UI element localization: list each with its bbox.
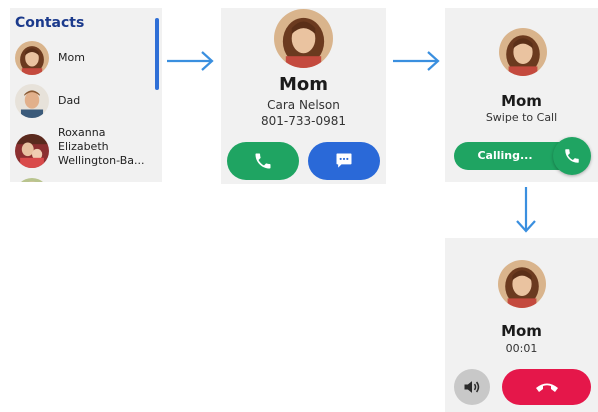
flow-arrow-down-icon bbox=[516, 187, 536, 233]
call-button[interactable] bbox=[227, 142, 299, 180]
man-avatar bbox=[15, 84, 49, 118]
contact-item-dad[interactable]: Dad bbox=[15, 83, 151, 121]
call-slider-knob[interactable] bbox=[553, 137, 591, 175]
contact-full-name: Cara Nelson bbox=[267, 98, 340, 112]
contact-name-line: Roxanna bbox=[58, 126, 106, 139]
woman-with-child-avatar bbox=[15, 134, 49, 168]
call-timer: 00:01 bbox=[505, 342, 538, 355]
slider-label: Calling... bbox=[477, 149, 533, 162]
woman-avatar bbox=[498, 260, 546, 308]
speaker-icon bbox=[464, 381, 480, 393]
woman-avatar bbox=[499, 28, 547, 76]
contact-name: Mom bbox=[501, 92, 542, 110]
contact-item-mom[interactable]: Mom bbox=[15, 40, 151, 78]
in-call-panel: Mom 00:01 bbox=[445, 238, 598, 412]
swipe-to-call-panel: Mom Swipe to Call Calling... bbox=[445, 8, 598, 182]
contact-name-line: Elizabeth bbox=[58, 140, 109, 153]
contact-name: Mom bbox=[58, 51, 85, 64]
contact-item-partial[interactable] bbox=[15, 177, 151, 182]
phone-icon bbox=[565, 149, 579, 163]
contact-name: Mom bbox=[278, 74, 329, 95]
contact-name: Mom bbox=[501, 322, 542, 340]
list-scrollbar[interactable] bbox=[155, 18, 159, 90]
woman-avatar bbox=[15, 41, 49, 75]
woman-avatar bbox=[274, 9, 333, 68]
message-button[interactable] bbox=[308, 142, 380, 180]
contact-name-line: Wellington-Ba... bbox=[58, 154, 145, 167]
speaker-button[interactable] bbox=[454, 369, 490, 405]
contact-phone-number: 801-733-0981 bbox=[260, 114, 346, 128]
chat-bubble-icon bbox=[336, 153, 352, 168]
contacts-title: Contacts bbox=[15, 15, 85, 31]
contacts-list-panel: Contacts Mom Dad Roxanna Elizabeth Welli… bbox=[10, 8, 162, 182]
contact-name: Dad bbox=[58, 94, 81, 107]
partial-avatar bbox=[15, 178, 49, 182]
end-call-button[interactable] bbox=[502, 369, 591, 405]
flow-arrow-right-icon bbox=[393, 51, 440, 71]
phone-icon bbox=[255, 153, 271, 169]
hang-up-icon bbox=[535, 383, 558, 392]
flow-arrow-right-icon bbox=[167, 51, 214, 71]
swipe-hint: Swipe to Call bbox=[485, 111, 558, 124]
contact-item-roxanna[interactable]: Roxanna Elizabeth Wellington-Ba... bbox=[15, 126, 151, 178]
contact-detail-panel: Mom Cara Nelson 801-733-0981 bbox=[221, 8, 386, 184]
